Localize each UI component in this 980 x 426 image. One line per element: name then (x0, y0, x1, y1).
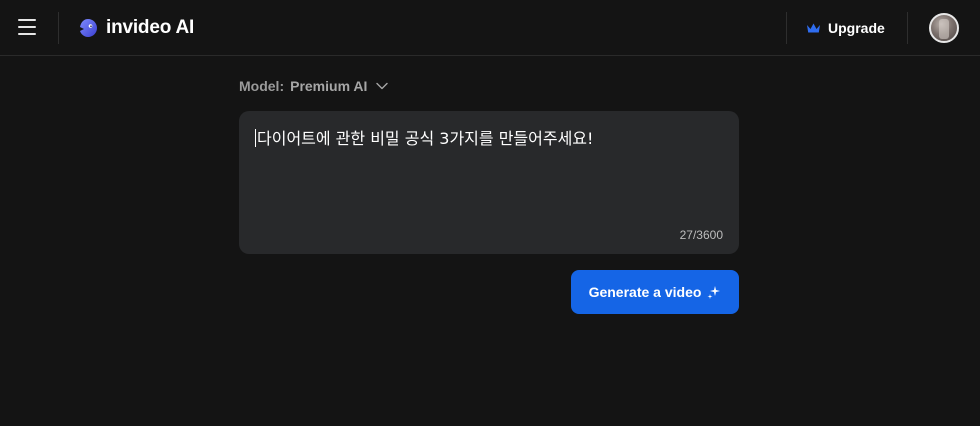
divider (907, 12, 908, 44)
brand-name: invideo AI (106, 17, 195, 38)
text-cursor (255, 129, 256, 147)
user-avatar[interactable] (929, 13, 959, 43)
hamburger-menu-icon (18, 19, 36, 21)
prompt-text-value: 다이어트에 관한 비밀 공식 3가지를 만들어주세요! (257, 129, 594, 148)
divider (58, 12, 59, 44)
model-label: Model: (239, 78, 285, 94)
character-counter: 27/3600 (679, 228, 723, 242)
menu-button[interactable] (14, 14, 40, 40)
divider (786, 12, 787, 44)
prompt-text-area[interactable]: 다이어트에 관한 비밀 공식 3가지를 만들어주세요! (255, 129, 723, 149)
sparkles-icon (707, 286, 721, 299)
generate-button-label: Generate a video (588, 284, 702, 300)
model-selector[interactable]: Model: Premium AI (239, 76, 389, 96)
invideo-logo-icon (80, 19, 97, 37)
chevron-down-icon (376, 82, 389, 90)
model-value: Premium AI (290, 78, 368, 94)
prompt-input[interactable]: 다이어트에 관한 비밀 공식 3가지를 만들어주세요! 27/3600 (239, 111, 739, 254)
top-navigation-bar: invideo AI Upgrade (0, 0, 980, 56)
upgrade-button[interactable]: Upgrade (806, 16, 885, 40)
crown-icon (807, 23, 820, 33)
brand-logo-link[interactable]: invideo AI (78, 14, 194, 42)
generate-video-button[interactable]: Generate a video (571, 270, 739, 314)
upgrade-label: Upgrade (828, 20, 885, 36)
